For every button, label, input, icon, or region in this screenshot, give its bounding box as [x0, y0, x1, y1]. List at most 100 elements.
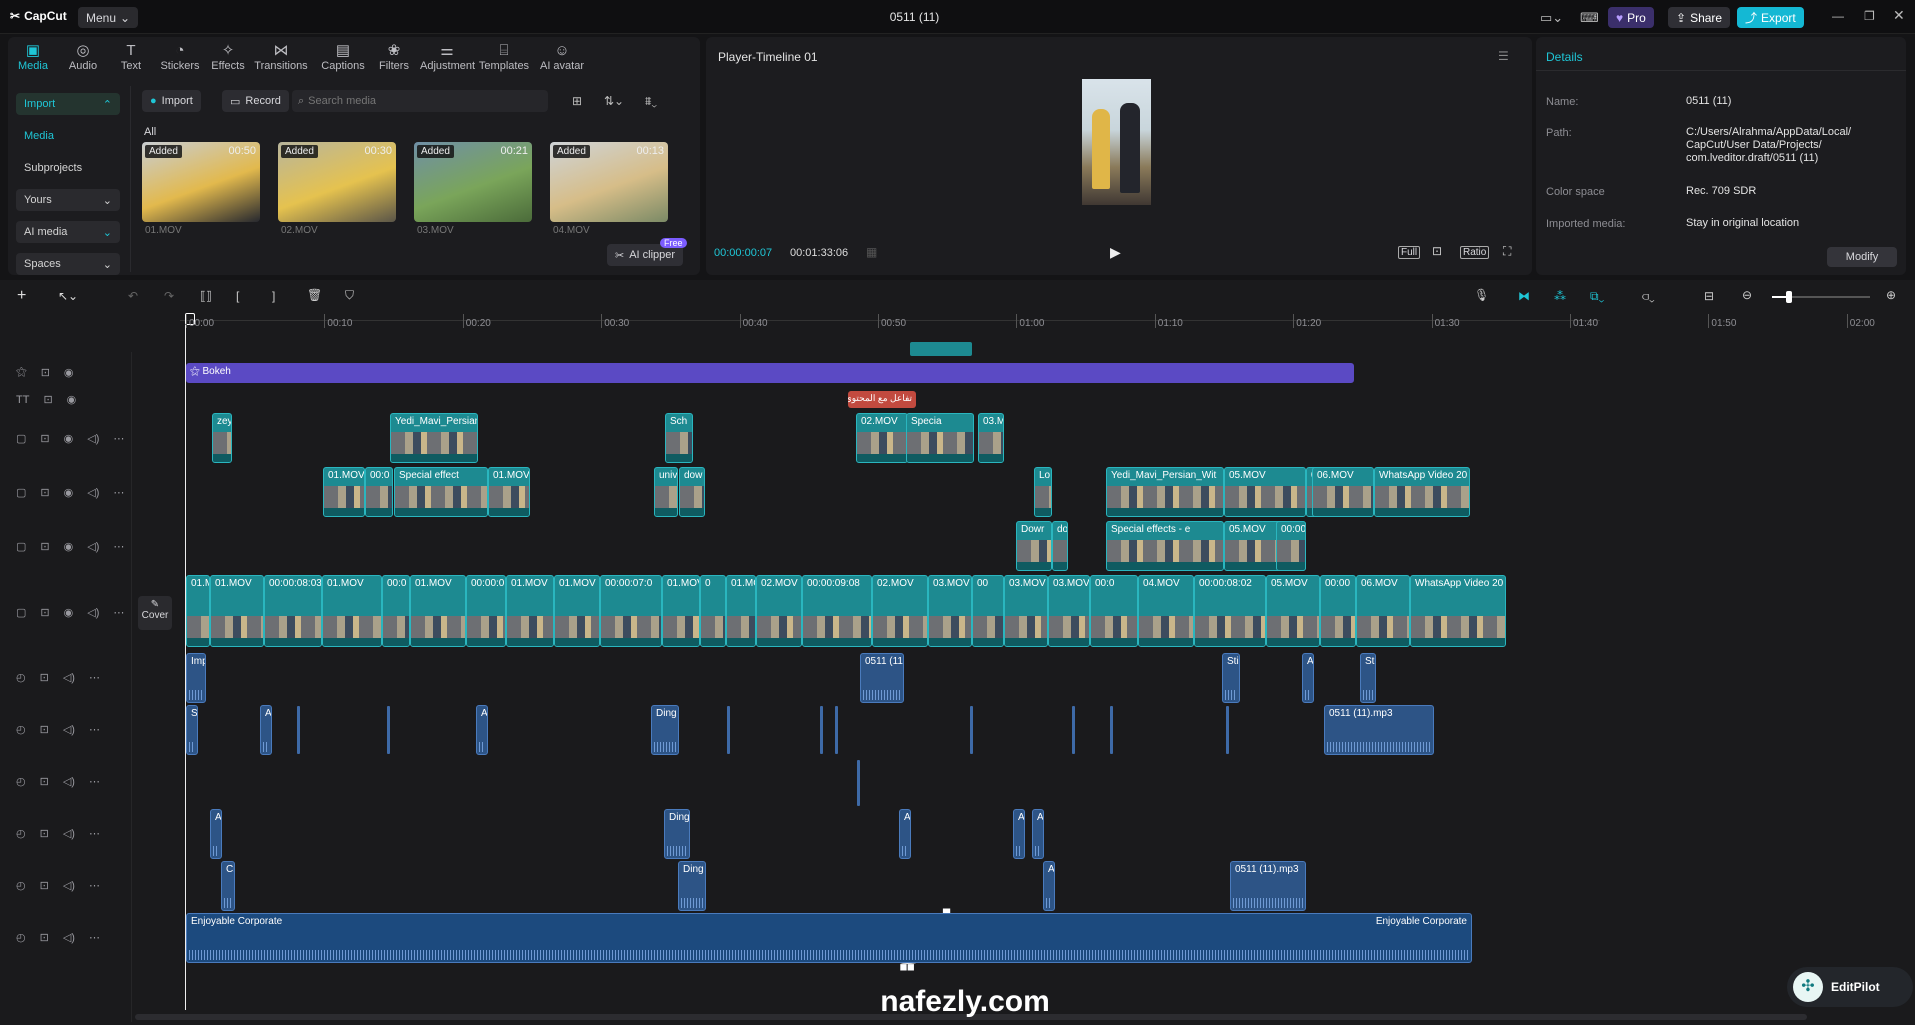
audio-clip[interactable]: Impa — [186, 653, 206, 703]
video-clip[interactable]: 00:00 — [1320, 575, 1356, 647]
more-icon[interactable]: ⋯ — [89, 671, 100, 684]
video-clip[interactable]: 00:0 — [365, 467, 393, 517]
lock-icon[interactable]: ⊡ — [40, 879, 49, 892]
mute-icon[interactable]: ◁) — [63, 879, 75, 892]
mute-icon[interactable]: ◁) — [87, 540, 99, 553]
audio-clip[interactable]: 0511 (11).m — [860, 653, 904, 703]
video-clip[interactable]: 0 — [700, 575, 726, 647]
tool-media[interactable]: ▣ Media — [6, 42, 60, 72]
full-quality-button[interactable]: Full — [1398, 246, 1421, 259]
effect-bar[interactable]: ⚝ Bokeh — [186, 363, 1354, 383]
video-clip[interactable]: Special effects - e — [1106, 521, 1224, 571]
more-icon[interactable]: ⋯ — [113, 606, 124, 619]
video-clip[interactable]: zey — [212, 413, 232, 463]
search-input[interactable] — [308, 95, 529, 107]
audio-clip[interactable]: Cr — [221, 861, 235, 911]
text-clip[interactable]: تفاعل مع المحتوى — [848, 391, 916, 408]
eye-icon[interactable]: ◉ — [64, 366, 74, 379]
audio-track-icon[interactable]: ◴ — [16, 723, 26, 736]
trim-right-icon[interactable]: ] — [272, 289, 275, 303]
video-clip[interactable]: 01.MOV — [506, 575, 554, 647]
maximize-icon[interactable]: ❐ — [1864, 9, 1875, 23]
more-icon[interactable]: ⋯ — [89, 879, 100, 892]
video-clip[interactable]: 01.MOV — [323, 467, 365, 517]
mute-icon[interactable]: ◁) — [63, 671, 75, 684]
eye-icon[interactable]: ◉ — [64, 486, 74, 499]
audio-clip[interactable]: Stir — [1222, 653, 1240, 703]
audio-track-icon[interactable]: ◴ — [16, 931, 26, 944]
lock-icon[interactable]: ⊡ — [40, 931, 49, 944]
select-tool-icon[interactable]: ↖⌄ — [58, 289, 78, 303]
video-clip[interactable]: WhatsApp Video 20 — [1410, 575, 1506, 647]
audio-marker[interactable] — [1072, 706, 1075, 754]
audio-marker[interactable] — [297, 706, 300, 754]
audio-clip[interactable]: A — [1302, 653, 1314, 703]
video-clip[interactable]: 06.MOV — [1356, 575, 1410, 647]
tool-text[interactable]: T Text — [104, 42, 158, 72]
video-clip[interactable]: Yedi_Mavi_Persian — [390, 413, 478, 463]
video-clip[interactable]: 04.MOV — [1138, 575, 1194, 647]
video-clip[interactable]: 02.MOV — [756, 575, 802, 647]
lock-icon[interactable]: ⊡ — [40, 486, 49, 499]
audio-marker[interactable] — [387, 706, 390, 754]
preview-axis-icon[interactable]: ⫏⌄ — [1642, 289, 1655, 304]
audio-marker[interactable] — [970, 706, 973, 754]
fullscreen-icon[interactable]: ⛶ — [1503, 244, 1511, 259]
video-clip[interactable]: 03.M — [978, 413, 1004, 463]
video-clip[interactable]: 01.MOV — [554, 575, 600, 647]
more-icon[interactable]: ⋯ — [89, 723, 100, 736]
audio-clip[interactable]: Stir — [1360, 653, 1376, 703]
ratio-button[interactable]: Ratio — [1460, 246, 1490, 259]
layout-icon[interactable]: ▭⌄ — [1540, 10, 1563, 26]
tool-filters[interactable]: ❀ Filters — [367, 42, 421, 72]
zoom-slider-handle[interactable] — [1786, 291, 1792, 303]
audio-track-icon[interactable]: ◴ — [16, 827, 26, 840]
tool-transitions[interactable]: ⋈ Transitions — [254, 42, 308, 72]
video-clip[interactable]: 01.MOV — [488, 467, 530, 517]
video-preview[interactable] — [1082, 79, 1151, 205]
video-clip[interactable]: do — [1052, 521, 1068, 571]
video-clip[interactable]: 00:0 — [1090, 575, 1138, 647]
sort-icon[interactable]: ⇅⌄ — [604, 94, 624, 108]
linkage-icon[interactable]: ⧉⌄ — [1590, 289, 1604, 304]
delete-icon[interactable]: 🗑 — [307, 288, 322, 302]
lock-icon[interactable]: ⊡ — [40, 606, 49, 619]
zoom-out-icon[interactable]: ⊖ — [1742, 288, 1752, 302]
play-icon[interactable]: ▶ — [1110, 244, 1121, 261]
export-button[interactable]: ⤴ Export — [1737, 7, 1804, 28]
screenshot-icon[interactable]: ⊡ — [1432, 244, 1442, 258]
eye-icon[interactable]: ◉ — [64, 432, 74, 445]
trim-left-icon[interactable]: [ — [236, 289, 239, 303]
video-clip[interactable]: 00:0 — [382, 575, 410, 647]
more-icon[interactable]: ⋯ — [89, 775, 100, 788]
video-clip[interactable]: 06.MOV — [1312, 467, 1374, 517]
lock-icon[interactable]: ⊡ — [40, 775, 49, 788]
minimize-icon[interactable]: — — [1832, 9, 1844, 23]
video-clip[interactable]: 00:00:0 — [466, 575, 506, 647]
audio-clip[interactable]: A — [899, 809, 911, 859]
eye-icon[interactable]: ◉ — [67, 393, 77, 406]
sidebar-media[interactable]: Media — [16, 125, 120, 147]
mute-icon[interactable]: ◁) — [87, 486, 99, 499]
video-clip[interactable]: dow — [679, 467, 705, 517]
video-clip[interactable]: 00:00 — [1276, 521, 1306, 571]
media-thumbnail[interactable]: Added 00:30 — [278, 142, 396, 222]
main-track-magnet-icon[interactable]: ⧓ — [1518, 289, 1530, 303]
thumbnail-icon[interactable]: ⊟ — [1704, 289, 1714, 303]
shortcuts-icon[interactable]: ⌨ — [1580, 10, 1599, 26]
video-clip[interactable]: 00:00:07:0 — [600, 575, 662, 647]
redo-icon[interactable]: ↷ — [164, 289, 174, 303]
video-clip[interactable]: 01.MOV — [662, 575, 700, 647]
more-icon[interactable]: ⋯ — [113, 486, 124, 499]
sidebar-import[interactable]: Import ⌃ — [16, 93, 120, 115]
video-clip[interactable]: 01.MOV — [726, 575, 756, 647]
audio-clip[interactable]: A — [1032, 809, 1044, 859]
pro-button[interactable]: ♥ Pro — [1608, 7, 1654, 28]
share-button[interactable]: ⇪ Share — [1668, 7, 1731, 28]
lock-icon[interactable]: ⊡ — [41, 366, 50, 379]
lock-icon[interactable]: ⊡ — [40, 827, 49, 840]
video-clip[interactable]: 01.MOV — [410, 575, 466, 647]
video-clip[interactable]: 01.MOV — [210, 575, 264, 647]
close-icon[interactable]: ✕ — [1893, 7, 1905, 24]
video-clip[interactable]: 02.MOV — [872, 575, 928, 647]
